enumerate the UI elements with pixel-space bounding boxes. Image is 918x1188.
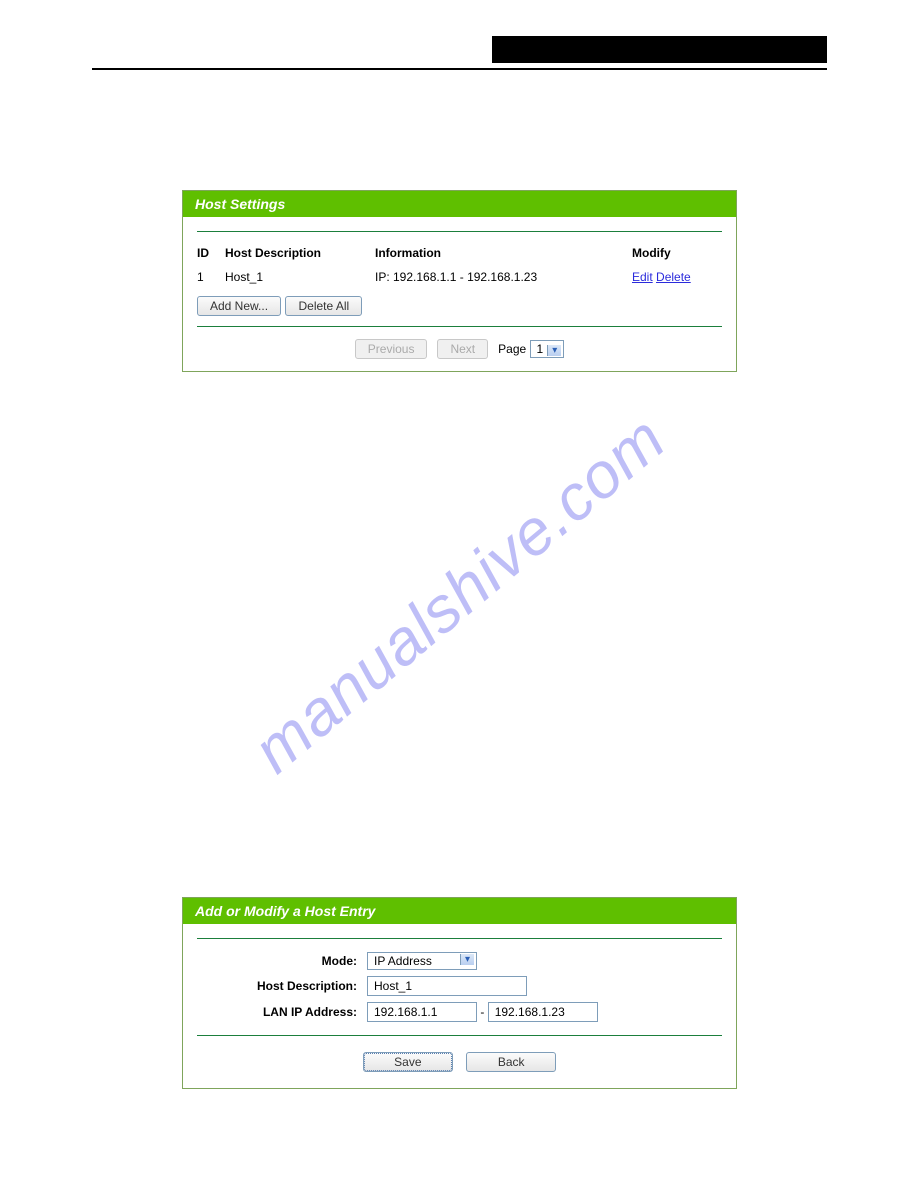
- add-new-button[interactable]: Add New...: [197, 296, 281, 316]
- mode-value: IP Address: [374, 954, 432, 968]
- lan-ip-label: LAN IP Address:: [197, 1005, 367, 1019]
- divider: [197, 326, 722, 327]
- divider: [197, 231, 722, 232]
- chevron-down-icon: ▾: [547, 345, 561, 356]
- next-button[interactable]: Next: [437, 339, 488, 359]
- mode-label: Mode:: [197, 954, 367, 968]
- delete-all-button[interactable]: Delete All: [285, 296, 362, 316]
- host-settings-title: Host Settings: [183, 191, 736, 217]
- cell-info: IP: 192.168.1.1 - 192.168.1.23: [375, 268, 632, 292]
- page-label: Page: [498, 342, 526, 356]
- mode-select[interactable]: IP Address ▾: [367, 952, 477, 970]
- edit-link[interactable]: Edit: [632, 270, 653, 284]
- col-info: Information: [375, 242, 632, 268]
- chevron-down-icon: ▾: [460, 954, 474, 965]
- host-table: ID Host Description Information Modify 1…: [197, 242, 722, 292]
- table-row: 1 Host_1 IP: 192.168.1.1 - 192.168.1.23 …: [197, 268, 722, 292]
- save-button[interactable]: Save: [363, 1052, 453, 1072]
- ip-separator: -: [480, 1005, 484, 1019]
- col-desc: Host Description: [225, 242, 375, 268]
- lan-ip-to-input[interactable]: [488, 1002, 598, 1022]
- previous-button[interactable]: Previous: [355, 339, 428, 359]
- cell-desc: Host_1: [225, 268, 375, 292]
- watermark-text: manualshive.com: [239, 401, 680, 787]
- divider: [197, 938, 722, 939]
- header-rule: [92, 68, 827, 70]
- cell-id: 1: [197, 268, 225, 292]
- lan-ip-from-input[interactable]: [367, 1002, 477, 1022]
- col-id: ID: [197, 242, 225, 268]
- host-desc-input[interactable]: [367, 976, 527, 996]
- host-desc-label: Host Description:: [197, 979, 367, 993]
- page-value: 1: [537, 342, 544, 356]
- modify-host-panel: Add or Modify a Host Entry Mode: IP Addr…: [182, 897, 737, 1089]
- host-settings-panel: Host Settings ID Host Description Inform…: [182, 190, 737, 372]
- delete-link[interactable]: Delete: [656, 270, 691, 284]
- pager: Previous Next Page 1▾: [197, 335, 722, 359]
- page-select[interactable]: 1▾: [530, 340, 565, 358]
- col-modify: Modify: [632, 242, 722, 268]
- header-black-bar: [492, 36, 827, 63]
- divider: [197, 1035, 722, 1036]
- modify-host-title: Add or Modify a Host Entry: [183, 898, 736, 924]
- back-button[interactable]: Back: [466, 1052, 556, 1072]
